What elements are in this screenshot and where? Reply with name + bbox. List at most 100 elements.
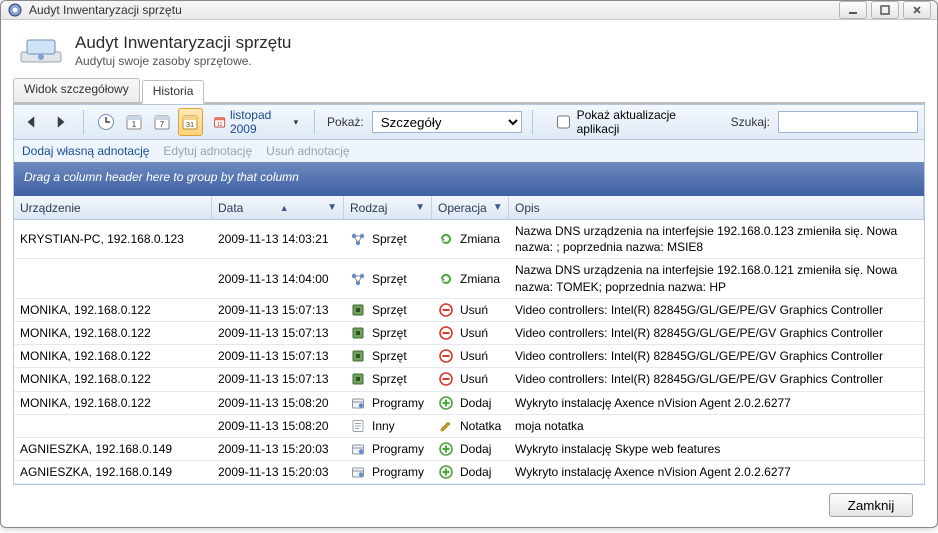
operation-label: Usuń (460, 372, 488, 386)
grid-body: KRYSTIAN-PC, 192.168.0.1232009-11-13 14:… (14, 220, 924, 484)
minus-icon (438, 348, 454, 364)
toolbar-separator (532, 110, 533, 134)
app-window: Audyt Inwentaryzacji sprzętu (0, 0, 938, 528)
table-row[interactable]: MONIKA, 192.168.0.1222009-11-13 15:07:13… (14, 368, 924, 391)
view-today-button[interactable] (93, 108, 117, 136)
svg-text:1: 1 (132, 120, 137, 129)
cell-description: Video controllers: Intel(R) 82845G/GL/GE… (509, 345, 924, 367)
cell-date: 2009-11-13 15:08:20 (212, 415, 344, 437)
cell-date: 2009-11-13 15:20:03 (212, 438, 344, 460)
page-title: Audyt Inwentaryzacji sprzętu (75, 33, 291, 53)
cell-date: 2009-11-13 15:07:13 (212, 345, 344, 367)
table-row[interactable]: 2009-11-13 14:04:00Sprzęt Zmiana Nazwa DNS… (14, 259, 924, 298)
annotation-toolbar: Dodaj własną adnotację Edytuj adnotację … (13, 140, 925, 162)
cell-kind: Sprzęt (344, 322, 432, 344)
cell-description: moja notatka (509, 415, 924, 437)
table-row[interactable]: MONIKA, 192.168.0.1222009-11-13 15:07:13… (14, 299, 924, 322)
show-app-updates-checkbox[interactable]: Pokaż aktualizacje aplikacji (553, 108, 699, 136)
table-row[interactable]: MONIKA, 192.168.0.1222009-11-13 15:08:20… (14, 392, 924, 415)
svg-text:12: 12 (216, 122, 222, 128)
show-app-updates-label: Pokaż aktualizacje aplikacji (577, 108, 699, 136)
cell-description: Wykryto instalację Axence nVision Agent … (509, 392, 924, 414)
column-header-operation[interactable]: Operacja▼ (432, 196, 509, 219)
scanner-icon (17, 32, 65, 68)
tabs: Widok szczegółowy Historia (13, 78, 925, 104)
filter-dropdown-icon[interactable]: ▼ (327, 202, 337, 213)
period-picker[interactable]: 12 listopad 2009 ▾ (207, 108, 305, 136)
plus-icon (438, 395, 454, 411)
cell-device (14, 259, 212, 297)
operation-label: Dodaj (460, 396, 491, 410)
history-grid: Urządzenie Data▲▼ Rodzaj▼ Operacja▼ Opis… (13, 196, 925, 485)
operation-label: Dodaj (460, 442, 491, 456)
table-row[interactable]: MONIKA, 192.168.0.1222009-11-13 15:07:13… (14, 345, 924, 368)
cell-description: Nazwa DNS urządzenia na interfejsie 192.… (509, 259, 924, 297)
titlebar: Audyt Inwentaryzacji sprzętu (1, 1, 937, 20)
column-header-description[interactable]: Opis (509, 196, 924, 219)
show-app-updates-input[interactable] (557, 115, 570, 129)
column-header-kind[interactable]: Rodzaj▼ (344, 196, 432, 219)
view-day-button[interactable]: 1 (122, 108, 146, 136)
refresh-icon (438, 231, 454, 247)
toolbar-separator (314, 110, 315, 134)
table-row[interactable]: MONIKA, 192.168.0.1222009-11-13 15:07:13… (14, 322, 924, 345)
search-input[interactable] (778, 111, 918, 133)
table-row[interactable]: 2009-11-13 15:08:20InnyNotatkamoja notat… (14, 415, 924, 438)
nav-forward-button[interactable] (48, 108, 72, 136)
header-text: Audyt Inwentaryzacji sprzętu Audytuj swo… (75, 33, 291, 68)
filter-dropdown-icon[interactable]: ▼ (415, 202, 425, 213)
chip-icon (350, 348, 366, 364)
table-row[interactable]: KRYSTIAN-PC, 192.168.0.1232009-11-13 14:… (14, 220, 924, 259)
nodes-icon (350, 271, 366, 287)
kind-label: Programy (372, 465, 424, 479)
cell-operation: Usuń (432, 299, 509, 321)
cell-kind: Programy (344, 461, 432, 483)
close-button[interactable]: Zamknij (829, 493, 913, 517)
cell-description: Wykryto instalację Skype web features (509, 438, 924, 460)
maximize-button[interactable] (871, 1, 899, 19)
cell-operation: Dodaj (432, 438, 509, 460)
column-header-date[interactable]: Data▲▼ (212, 196, 344, 219)
cell-kind: Programy (344, 438, 432, 460)
edit-annotation-link: Edytuj adnotację (163, 144, 252, 158)
kind-label: Sprzęt (372, 303, 407, 317)
filter-dropdown-icon[interactable]: ▼ (493, 202, 503, 213)
cell-device: MONIKA, 192.168.0.122 (14, 368, 212, 390)
view-week-button[interactable]: 7 (150, 108, 174, 136)
cell-date: 2009-11-13 15:20:03 (212, 461, 344, 483)
cell-kind: Sprzęt (344, 259, 432, 297)
table-row[interactable]: AGNIESZKA, 192.168.0.1492009-11-13 15:20… (14, 438, 924, 461)
show-select[interactable]: Szczegóły (372, 111, 522, 133)
package-icon (350, 441, 366, 457)
cell-operation: Dodaj (432, 461, 509, 483)
chip-icon (350, 325, 366, 341)
package-icon (350, 464, 366, 480)
cell-description: Nazwa DNS urządzenia na interfejsie 192.… (509, 220, 924, 258)
view-month-button[interactable]: 31 (178, 108, 202, 136)
grouping-bar[interactable]: Drag a column header here to group by th… (13, 162, 925, 196)
table-row[interactable]: AGNIESZKA, 192.168.0.1492009-11-13 15:20… (14, 461, 924, 484)
cell-kind: Inny (344, 415, 432, 437)
operation-label: Zmiana (460, 272, 500, 286)
close-button[interactable] (903, 1, 931, 19)
minus-icon (438, 325, 454, 341)
add-annotation-link[interactable]: Dodaj własną adnotację (22, 144, 149, 158)
tab-detail-view[interactable]: Widok szczegółowy (13, 78, 140, 102)
kind-label: Sprzęt (372, 349, 407, 363)
column-header-device[interactable]: Urządzenie (14, 196, 212, 219)
toolbar: 1 7 31 12 listopad 2009 ▾ Pokaż: Szczegó… (13, 104, 925, 140)
nav-back-button[interactable] (20, 108, 44, 136)
cell-date: 2009-11-13 14:04:00 (212, 259, 344, 297)
cell-description: Video controllers: Intel(R) 82845G/GL/GE… (509, 299, 924, 321)
tab-history[interactable]: Historia (142, 80, 205, 104)
cell-operation: Notatka (432, 415, 509, 437)
footer: Zamknij (13, 485, 925, 527)
cell-date: 2009-11-13 15:07:13 (212, 368, 344, 390)
minimize-button[interactable] (839, 1, 867, 19)
operation-label: Usuń (460, 349, 488, 363)
refresh-icon (438, 271, 454, 287)
chip-icon (350, 302, 366, 318)
operation-label: Usuń (460, 303, 488, 317)
content-area: Audyt Inwentaryzacji sprzętu Audytuj swo… (1, 20, 937, 533)
note-icon (350, 418, 366, 434)
